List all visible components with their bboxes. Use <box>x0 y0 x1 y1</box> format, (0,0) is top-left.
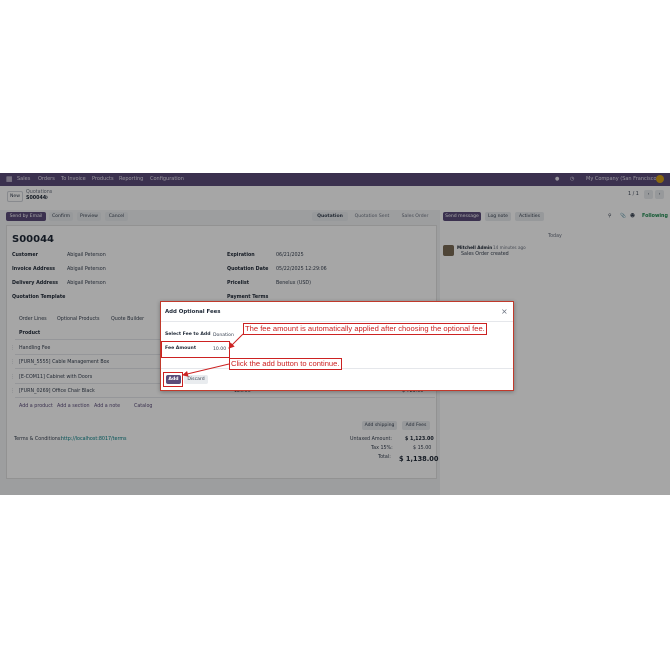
annotation-arrows <box>182 333 244 377</box>
add-arrow <box>182 363 230 377</box>
fee-arrow <box>228 333 244 349</box>
